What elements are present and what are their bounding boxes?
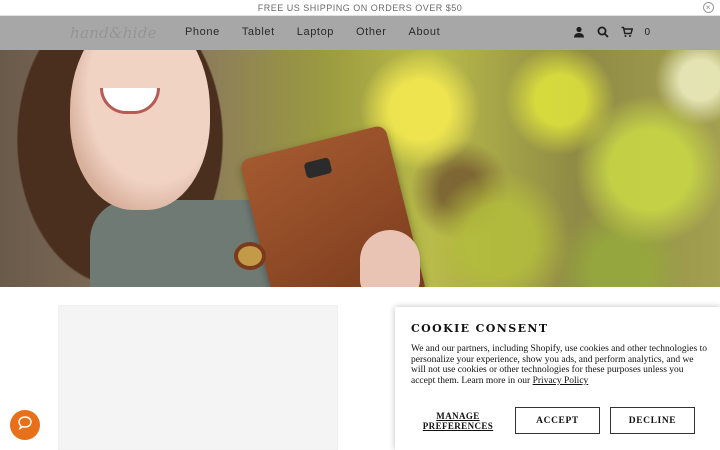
hero-hand	[360, 230, 420, 287]
accept-button[interactable]: ACCEPT	[515, 407, 600, 434]
manage-label-line1: MANAGE	[436, 410, 480, 421]
decline-button[interactable]: DECLINE	[610, 407, 695, 434]
cookie-title: COOKIE CONSENT	[411, 322, 549, 335]
product-image-placeholder	[58, 305, 338, 450]
manage-label-line2: PREFERENCES	[422, 420, 494, 431]
main-nav: Phone Tablet Laptop Other About	[185, 26, 462, 38]
hero-face	[70, 50, 210, 210]
cart-icon[interactable]	[620, 25, 634, 39]
nav-other[interactable]: Other	[356, 26, 387, 38]
hero-image	[0, 50, 720, 287]
nav-laptop[interactable]: Laptop	[297, 26, 334, 38]
announcement-text: FREE US SHIPPING ON ORDERS OVER $50	[257, 3, 463, 13]
case-snap	[238, 246, 262, 266]
privacy-policy-link[interactable]: Privacy Policy	[533, 376, 589, 386]
close-icon[interactable]: ×	[703, 2, 714, 13]
chat-bubble-icon	[17, 415, 33, 436]
cookie-actions: MANAGE PREFERENCES ACCEPT DECLINE	[411, 407, 711, 434]
announcement-bar: FREE US SHIPPING ON ORDERS OVER $50 ×	[0, 0, 720, 16]
nav-about[interactable]: About	[409, 26, 441, 38]
nav-tablet[interactable]: Tablet	[242, 26, 275, 38]
cookie-body: We and our partners, including Shopify, …	[411, 344, 707, 386]
cart-count[interactable]: 0	[644, 27, 650, 38]
nav-phone[interactable]: Phone	[185, 26, 220, 38]
cookie-consent-banner: COOKIE CONSENT We and our partners, incl…	[395, 307, 720, 450]
header-actions: 0	[572, 25, 650, 39]
site-header: hand&hide Phone Tablet Laptop Other Abou…	[0, 16, 720, 50]
site-logo[interactable]: hand&hide	[70, 24, 157, 42]
manage-preferences-button[interactable]: MANAGE PREFERENCES	[411, 411, 505, 431]
chat-button[interactable]	[10, 410, 40, 440]
user-icon[interactable]	[572, 25, 586, 39]
search-icon[interactable]	[596, 25, 610, 39]
